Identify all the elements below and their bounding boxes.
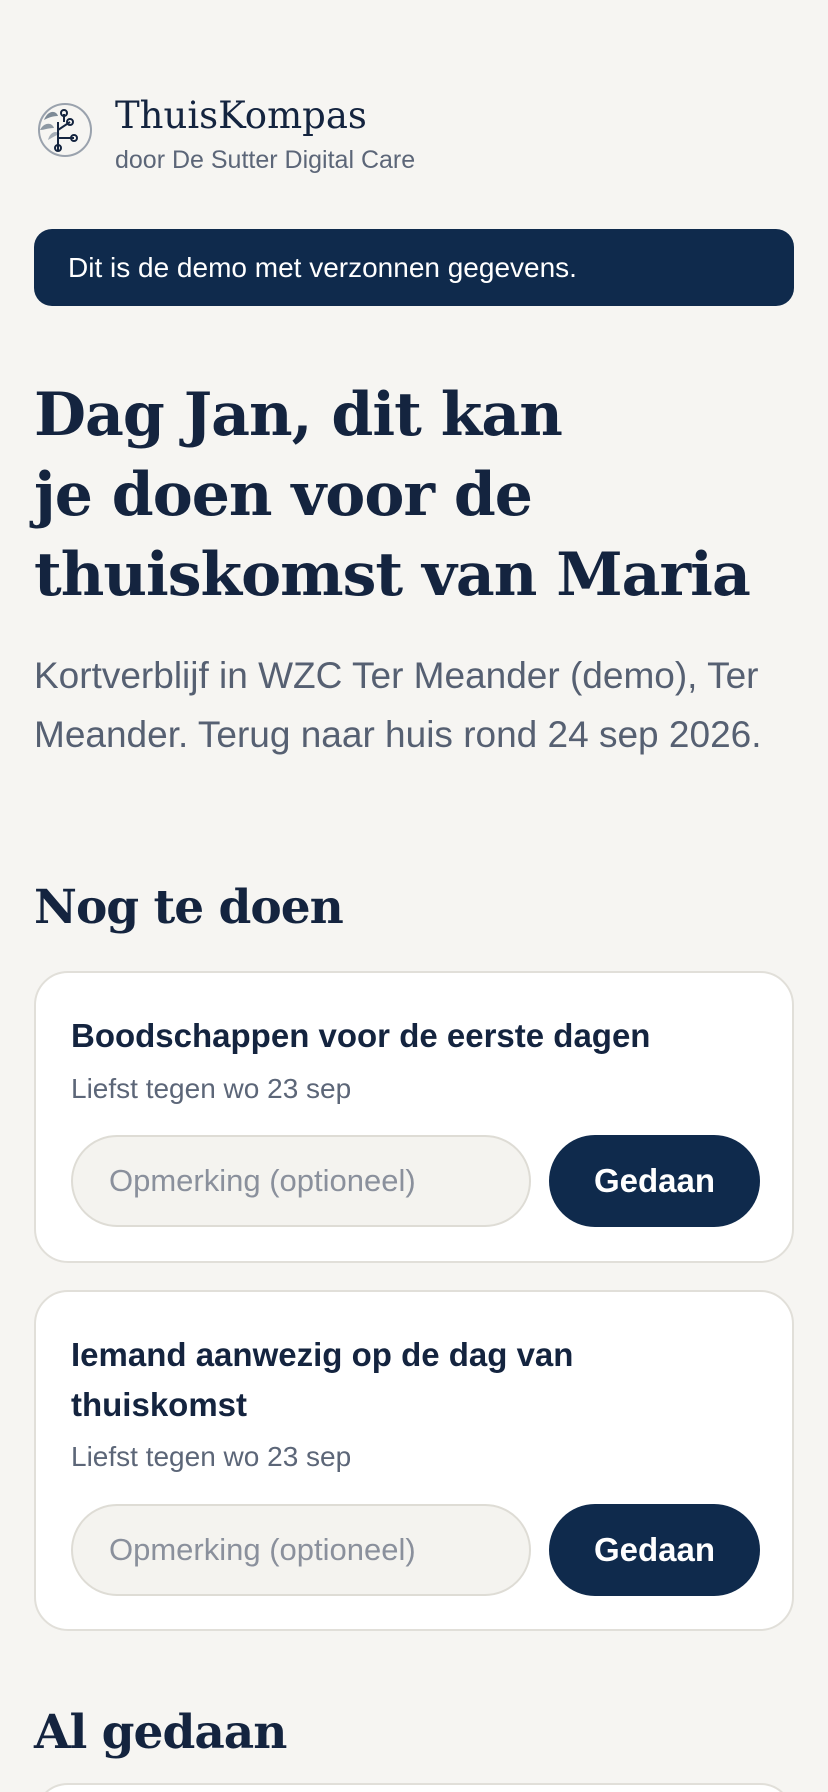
page-title-line-1: Dag Jan, dit kan bbox=[34, 380, 563, 450]
demo-banner: Dit is de demo met verzonnen gegevens. bbox=[34, 229, 794, 306]
brand-name: ThuisKompas bbox=[115, 94, 367, 137]
task-card: Iemand aanwezig op de dag van thuiskomst… bbox=[34, 1290, 794, 1631]
task-done-button[interactable]: Gedaan bbox=[549, 1135, 760, 1227]
task-done-button[interactable]: Gedaan bbox=[549, 1504, 760, 1596]
page-title: Dag Jan, dit kan je doen voor de thuisko… bbox=[34, 375, 794, 615]
page-title-line-2: je doen voor de bbox=[34, 460, 533, 530]
done-task-card bbox=[34, 1783, 794, 1792]
task-card: Boodschappen voor de eerste dagen Liefst… bbox=[34, 971, 794, 1263]
task-note-input[interactable] bbox=[71, 1504, 531, 1596]
task-note-input[interactable] bbox=[71, 1135, 531, 1227]
page-title-line-3: thuiskomst van Maria bbox=[34, 540, 751, 610]
task-due-date: Liefst tegen wo 23 sep bbox=[71, 1441, 352, 1472]
todo-section-title: Nog te doen bbox=[34, 880, 344, 935]
task-due-date: Liefst tegen wo 23 sep bbox=[71, 1073, 352, 1104]
compass-tree-logo-icon bbox=[38, 103, 92, 157]
task-title: Boodschappen voor de eerste dagen bbox=[71, 1017, 651, 1054]
task-title: Iemand aanwezig op de dag van thuiskomst bbox=[71, 1336, 574, 1423]
brand-subtitle: door De Sutter Digital Care bbox=[115, 146, 416, 174]
done-section-title: Al gedaan bbox=[34, 1705, 287, 1760]
intro-text: Kortverblijf in WZC Ter Meander (demo), … bbox=[34, 655, 762, 755]
